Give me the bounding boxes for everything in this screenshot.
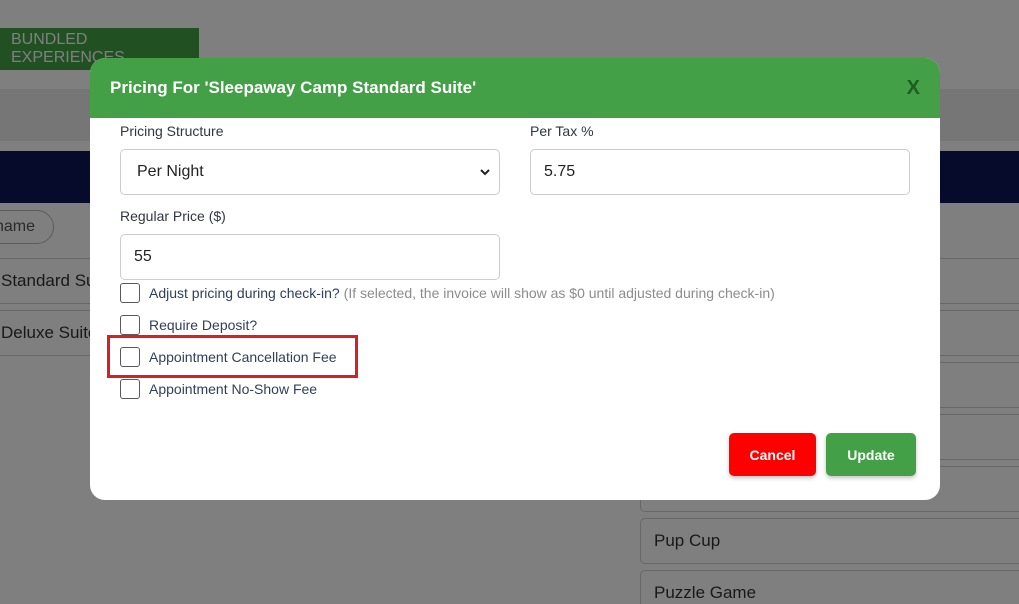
per-tax-input[interactable]: 5.75: [530, 149, 910, 195]
adjust-pricing-checkbox[interactable]: [120, 283, 140, 303]
no-show-fee-option[interactable]: Appointment No-Show Fee: [120, 379, 317, 399]
adjust-pricing-note: (If selected, the invoice will show as $…: [343, 285, 775, 301]
no-show-fee-label: Appointment No-Show Fee: [149, 381, 318, 397]
modal-title: Pricing For 'Sleepaway Camp Standard Sui…: [110, 78, 477, 97]
chevron-down-icon: [480, 169, 490, 176]
per-tax-value: 5.75: [544, 163, 576, 180]
close-button[interactable]: X: [907, 77, 920, 100]
require-deposit-label: Require Deposit?: [149, 317, 258, 333]
pricing-modal: Pricing For 'Sleepaway Camp Standard Sui…: [90, 58, 940, 500]
regular-price-input[interactable]: 55: [120, 234, 500, 280]
highlight-annotation: [107, 335, 358, 378]
pricing-structure-select[interactable]: Per Night: [120, 149, 500, 195]
per-tax-label: Per Tax %: [530, 123, 594, 139]
regular-price-value: 55: [134, 248, 152, 265]
pricing-structure-value: Per Night: [137, 163, 204, 180]
update-button[interactable]: Update: [826, 433, 916, 476]
adjust-pricing-option[interactable]: Adjust pricing during check-in? (If sele…: [120, 283, 775, 303]
pricing-structure-label: Pricing Structure: [120, 123, 224, 139]
adjust-pricing-label: Adjust pricing during check-in?: [149, 285, 340, 301]
no-show-fee-checkbox[interactable]: [120, 379, 140, 399]
cancel-button[interactable]: Cancel: [729, 433, 816, 476]
require-deposit-checkbox[interactable]: [120, 315, 140, 335]
regular-price-label: Regular Price ($): [120, 208, 226, 224]
require-deposit-option[interactable]: Require Deposit?: [120, 315, 257, 335]
modal-header: Pricing For 'Sleepaway Camp Standard Sui…: [90, 58, 940, 118]
